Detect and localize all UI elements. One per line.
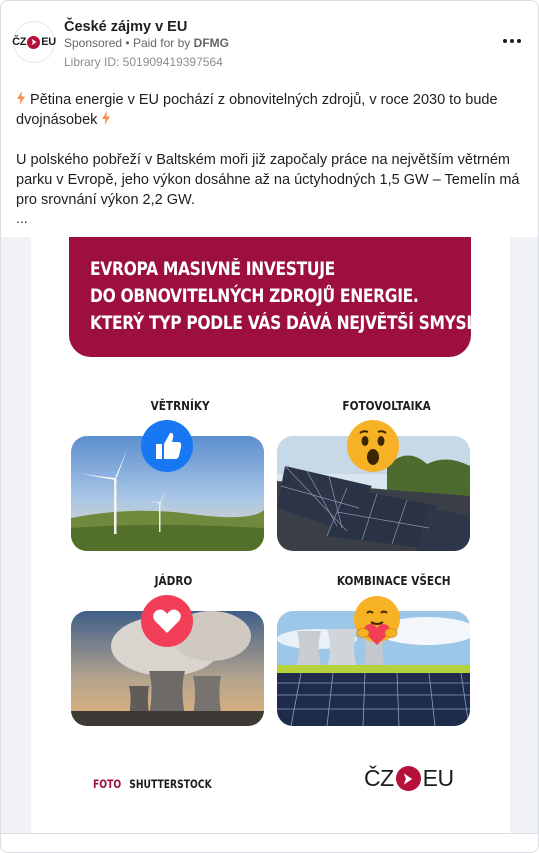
avatar-logo-right: EU bbox=[41, 36, 56, 48]
lightning-icon bbox=[102, 111, 111, 125]
page-name-link[interactable]: České zájmy v EU bbox=[64, 19, 187, 35]
payer-name: DFMG bbox=[193, 36, 229, 50]
post-body: Pětina energie v EU pochází z obnoviteln… bbox=[16, 90, 528, 210]
ad-post-card: ČZ EU České zájmy v EU Sponsored • Paid … bbox=[0, 0, 539, 853]
body-paragraph-1-text: Pětina energie v EU pochází z obnoviteln… bbox=[16, 92, 498, 128]
see-more-ellipsis[interactable]: ... bbox=[16, 210, 28, 226]
avatar-logo: ČZ EU bbox=[12, 35, 56, 49]
care-reaction-icon bbox=[351, 595, 403, 647]
brand-logo-left: ČZ bbox=[364, 765, 394, 791]
photo-credit: FOTO SHUTTERSTOCK bbox=[93, 777, 212, 791]
more-options-button[interactable] bbox=[498, 29, 526, 53]
paid-for-label: Paid for by bbox=[132, 36, 191, 50]
more-dots-icon bbox=[503, 39, 507, 43]
banner-line-1: EVROPA MASIVNĚ INVESTUJE bbox=[90, 259, 335, 280]
tile-label-solar: FOTOVOLTAIKA bbox=[342, 398, 431, 413]
question-banner: EVROPA MASIVNĚ INVESTUJE DO OBNOVITELNÝC… bbox=[69, 237, 485, 357]
ad-creative-image: EVROPA MASIVNĚ INVESTUJE DO OBNOVITELNÝC… bbox=[31, 237, 510, 833]
body-paragraph-2: U polského pobřeží v Baltském moři již z… bbox=[16, 152, 520, 208]
lightning-icon bbox=[17, 91, 25, 105]
banner-line-2: DO OBNOVITELNÝCH ZDROJŮ ENERGIE. bbox=[90, 286, 419, 307]
tile-label-wind: VĚTRNÍKY bbox=[150, 398, 210, 413]
arrow-right-icon bbox=[27, 35, 41, 49]
library-id: Library ID: 501909419397564 bbox=[64, 55, 223, 69]
ad-media[interactable]: EVROPA MASIVNĚ INVESTUJE DO OBNOVITELNÝC… bbox=[1, 237, 538, 833]
sponsored-label[interactable]: Sponsored bbox=[64, 36, 122, 50]
tile-label-combination: KOMBINACE VŠECH bbox=[336, 573, 451, 588]
wow-reaction-icon bbox=[347, 420, 399, 472]
love-reaction-icon bbox=[141, 595, 193, 647]
page-avatar[interactable]: ČZ EU bbox=[12, 21, 56, 63]
meta-separator: • bbox=[125, 36, 130, 50]
like-reaction-icon bbox=[141, 420, 193, 472]
body-paragraph-1: Pětina energie v EU pochází z obnoviteln… bbox=[16, 90, 528, 130]
sponsored-meta: Sponsored • Paid for by DFMG bbox=[64, 36, 229, 50]
tile-label-nuclear: JÁDRO bbox=[154, 573, 193, 588]
photo-credit-source: SHUTTERSTOCK bbox=[129, 777, 212, 791]
banner-line-3: KTERÝ TYP PODLE VÁS DÁVÁ NEJVĚTŠÍ SMYSL? bbox=[90, 313, 485, 334]
post-footer bbox=[1, 833, 538, 852]
avatar-logo-left: ČZ bbox=[12, 36, 27, 48]
brand-logo-right: EU bbox=[422, 765, 454, 791]
post-header: ČZ EU České zájmy v EU Sponsored • Paid … bbox=[12, 19, 528, 75]
brand-logo: ČZ EU bbox=[364, 765, 454, 792]
photo-credit-label: FOTO bbox=[93, 777, 122, 791]
arrow-right-icon bbox=[395, 766, 421, 791]
